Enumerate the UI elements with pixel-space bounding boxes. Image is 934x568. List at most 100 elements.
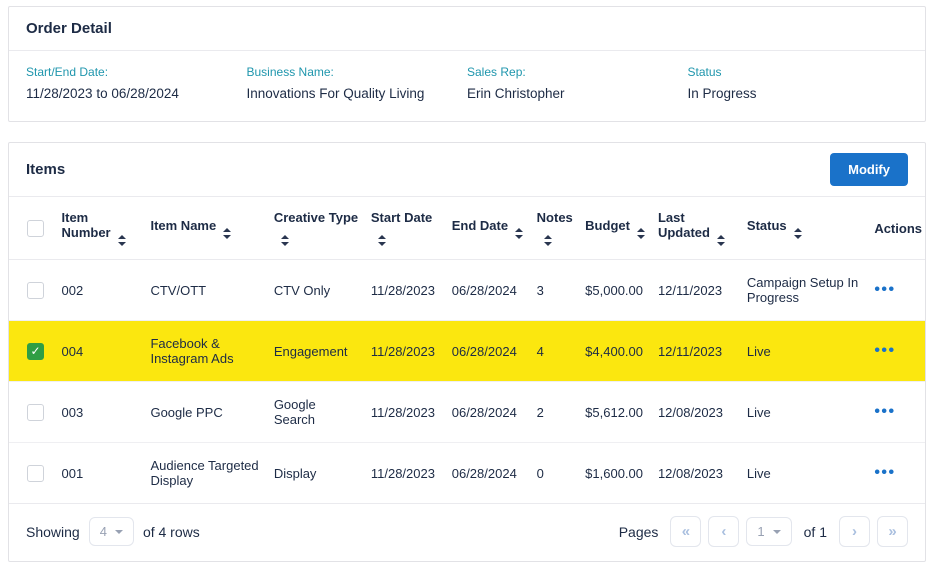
field-business-name: Business Name: Innovations For Quality L… [247,65,468,101]
cell-notes: 0 [531,443,580,504]
col-actions: Actions [868,197,925,260]
cell-end-date: 06/28/2024 [446,321,531,382]
col-label: Notes [537,210,573,225]
cell-select: ✓ [9,321,56,382]
sort-icon[interactable] [544,235,552,246]
cell-actions: ••• [868,443,925,504]
table-row: 002 CTV/OTT CTV Only 11/28/2023 06/28/20… [9,260,925,321]
current-page-value: 1 [757,524,764,539]
cell-last-updated: 12/08/2023 [652,382,741,443]
row-checkbox[interactable] [27,404,44,421]
table-row: 003 Google PPC Google Search 11/28/2023 … [9,382,925,443]
cell-item-name: Google PPC [144,382,267,443]
order-page: Order Detail Start/End Date: 11/28/2023 … [0,0,934,568]
cell-end-date: 06/28/2024 [446,443,531,504]
col-label: Item Name [150,218,216,233]
field-value: Erin Christopher [467,86,676,101]
actions-menu-icon[interactable]: ••• [874,281,895,298]
col-label: Status [747,218,787,233]
header-select-all-cell[interactable] [9,197,56,260]
cell-item-number: 001 [56,443,145,504]
last-page-button[interactable]: » [877,516,908,547]
col-label: End Date [452,218,508,233]
cell-status: Campaign Setup In Progress [741,260,868,321]
col-creative-type[interactable]: Creative Type [268,197,365,260]
cell-creative-type: Display [268,443,365,504]
cell-actions: ••• [868,321,925,382]
cell-status: Live [741,321,868,382]
cell-item-number: 004 [56,321,145,382]
col-start-date[interactable]: Start Date [365,197,446,260]
sort-icon[interactable] [281,235,289,246]
cell-start-date: 11/28/2023 [365,382,446,443]
cell-start-date: 11/28/2023 [365,443,446,504]
page-size-select[interactable]: 4 [89,517,134,546]
cell-notes: 4 [531,321,580,382]
cell-creative-type: Google Search [268,382,365,443]
col-item-name[interactable]: Item Name [144,197,267,260]
sort-icon[interactable] [637,228,645,239]
select-all-checkbox[interactable] [27,220,44,237]
check-icon: ✓ [28,344,43,359]
cell-end-date: 06/28/2024 [446,382,531,443]
cell-start-date: 11/28/2023 [365,321,446,382]
col-status[interactable]: Status [741,197,868,260]
col-item-number[interactable]: Item Number [56,197,145,260]
field-value: Innovations For Quality Living [247,86,456,101]
row-checkbox[interactable] [27,282,44,299]
col-notes[interactable]: Notes [531,197,580,260]
col-label: Creative Type [274,210,358,225]
rows-per-page: Showing 4 of 4 rows [26,517,200,546]
col-budget[interactable]: Budget [579,197,652,260]
chevron-down-icon [773,530,781,534]
of-pages-label: of 1 [804,524,827,540]
sort-icon[interactable] [118,235,126,246]
cell-last-updated: 12/11/2023 [652,321,741,382]
items-table: Item Number Item Name Creative Type Star… [9,197,925,504]
chevron-down-icon [115,530,123,534]
sort-icon[interactable] [717,235,725,246]
row-checkbox-checked[interactable]: ✓ [27,343,44,360]
col-label: Actions [874,221,922,236]
order-detail-card: Order Detail Start/End Date: 11/28/2023 … [8,6,926,122]
next-page-button[interactable]: › [839,516,870,547]
cell-last-updated: 12/11/2023 [652,260,741,321]
page-select[interactable]: 1 [746,517,791,546]
sort-icon[interactable] [794,228,802,239]
pages-label: Pages [619,524,659,540]
actions-menu-icon[interactable]: ••• [874,464,895,481]
col-last-updated[interactable]: Last Updated [652,197,741,260]
actions-menu-icon[interactable]: ••• [874,342,895,359]
col-end-date[interactable]: End Date [446,197,531,260]
table-row-highlighted: ✓ 004 Facebook & Instagram Ads Engagemen… [9,321,925,382]
order-detail-header: Order Detail [9,7,925,51]
order-detail-title: Order Detail [26,20,908,37]
header-row: Item Number Item Name Creative Type Star… [9,197,925,260]
col-label: Item Number [62,210,111,240]
field-value: 11/28/2023 to 06/28/2024 [26,86,235,101]
cell-select [9,382,56,443]
cell-select [9,260,56,321]
cell-budget: $5,000.00 [579,260,652,321]
actions-menu-icon[interactable]: ••• [874,403,895,420]
cell-budget: $5,612.00 [579,382,652,443]
first-page-button[interactable]: « [670,516,701,547]
cell-last-updated: 12/08/2023 [652,443,741,504]
cell-budget: $1,600.00 [579,443,652,504]
order-detail-fields: Start/End Date: 11/28/2023 to 06/28/2024… [9,51,925,121]
sort-icon[interactable] [515,228,523,239]
sort-icon[interactable] [378,235,386,246]
col-label: Last Updated [658,210,710,240]
cell-start-date: 11/28/2023 [365,260,446,321]
cell-select [9,443,56,504]
sort-icon[interactable] [223,228,231,239]
showing-label: Showing [26,524,80,540]
row-checkbox[interactable] [27,465,44,482]
cell-notes: 2 [531,382,580,443]
col-label: Budget [585,218,630,233]
cell-budget: $4,400.00 [579,321,652,382]
prev-page-button[interactable]: ‹ [708,516,739,547]
items-title: Items [26,161,65,178]
modify-button[interactable]: Modify [830,153,908,186]
table-body: 002 CTV/OTT CTV Only 11/28/2023 06/28/20… [9,260,925,504]
